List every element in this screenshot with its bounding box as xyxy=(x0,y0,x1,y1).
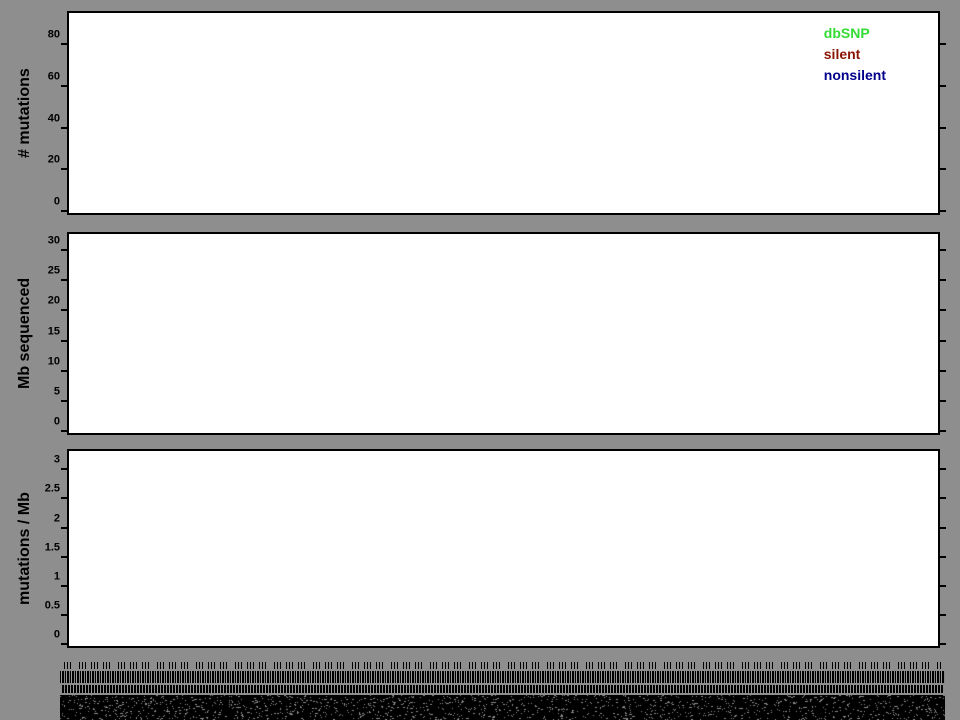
y-tick-mark xyxy=(940,85,946,87)
y-tick-mark xyxy=(61,43,67,45)
y-axis-label-mutations-per-mb: mutations / Mb xyxy=(14,449,36,648)
y-axis-label-mb-sequenced: Mb sequenced xyxy=(14,232,36,435)
y-tick-mark xyxy=(61,497,67,499)
y-tick-mark xyxy=(61,85,67,87)
y-tick-mark xyxy=(940,556,946,558)
x-axis-label-row-2 xyxy=(62,685,943,693)
y-tick-mark xyxy=(61,400,67,402)
y-tick-mark xyxy=(940,43,946,45)
y-tick-mark xyxy=(940,430,946,432)
y-tick-mark xyxy=(61,127,67,129)
y-tick-mark xyxy=(940,614,946,616)
y-tick-mark xyxy=(940,340,946,342)
y-tick-mark xyxy=(61,430,67,432)
panel-mutations-per-mb: 00.511.522.53 xyxy=(67,449,940,648)
legend-item-silent: silent xyxy=(824,46,886,63)
y-tick-mark xyxy=(61,370,67,372)
panel-num-mutations: dbSNP silent nonsilent 020406080 xyxy=(67,11,940,215)
x-axis-label-row-1 xyxy=(60,671,945,683)
x-axis-tick-marks xyxy=(64,662,941,669)
y-tick-mark xyxy=(61,340,67,342)
panel-mb-sequenced: 051015202530 xyxy=(67,232,940,435)
y-tick-mark xyxy=(61,249,67,251)
legend: dbSNP silent nonsilent xyxy=(824,25,886,83)
x-axis-sample-labels xyxy=(60,659,945,720)
mutation-rate-bars xyxy=(69,451,938,646)
y-tick-mark xyxy=(940,497,946,499)
y-tick-mark xyxy=(940,210,946,212)
y-tick-mark xyxy=(61,527,67,529)
mutation-rate-figure: dbSNP silent nonsilent 020406080 # mutat… xyxy=(0,0,960,720)
y-tick-mark xyxy=(61,168,67,170)
y-tick-mark xyxy=(940,309,946,311)
y-tick-mark xyxy=(940,168,946,170)
y-tick-mark xyxy=(61,643,67,645)
mutation-count-bars xyxy=(69,13,938,213)
y-tick-mark xyxy=(61,210,67,212)
y-tick-mark xyxy=(61,585,67,587)
y-tick-mark xyxy=(61,468,67,470)
y-tick-mark xyxy=(61,279,67,281)
mb-sequenced-bars xyxy=(69,234,938,433)
y-tick-mark xyxy=(940,127,946,129)
y-tick-mark xyxy=(940,643,946,645)
y-tick-mark xyxy=(61,556,67,558)
y-tick-mark xyxy=(940,527,946,529)
y-tick-mark xyxy=(61,614,67,616)
legend-item-nonsilent: nonsilent xyxy=(824,67,886,84)
x-axis-label-band-illegible xyxy=(60,695,945,720)
y-tick-mark xyxy=(940,249,946,251)
y-tick-mark xyxy=(61,309,67,311)
y-axis-label-num-mutations: # mutations xyxy=(14,11,36,215)
y-tick-mark xyxy=(940,468,946,470)
y-tick-mark xyxy=(940,585,946,587)
y-tick-mark xyxy=(940,370,946,372)
y-tick-mark xyxy=(940,279,946,281)
y-tick-mark xyxy=(940,400,946,402)
legend-item-dbsnp: dbSNP xyxy=(824,25,886,42)
